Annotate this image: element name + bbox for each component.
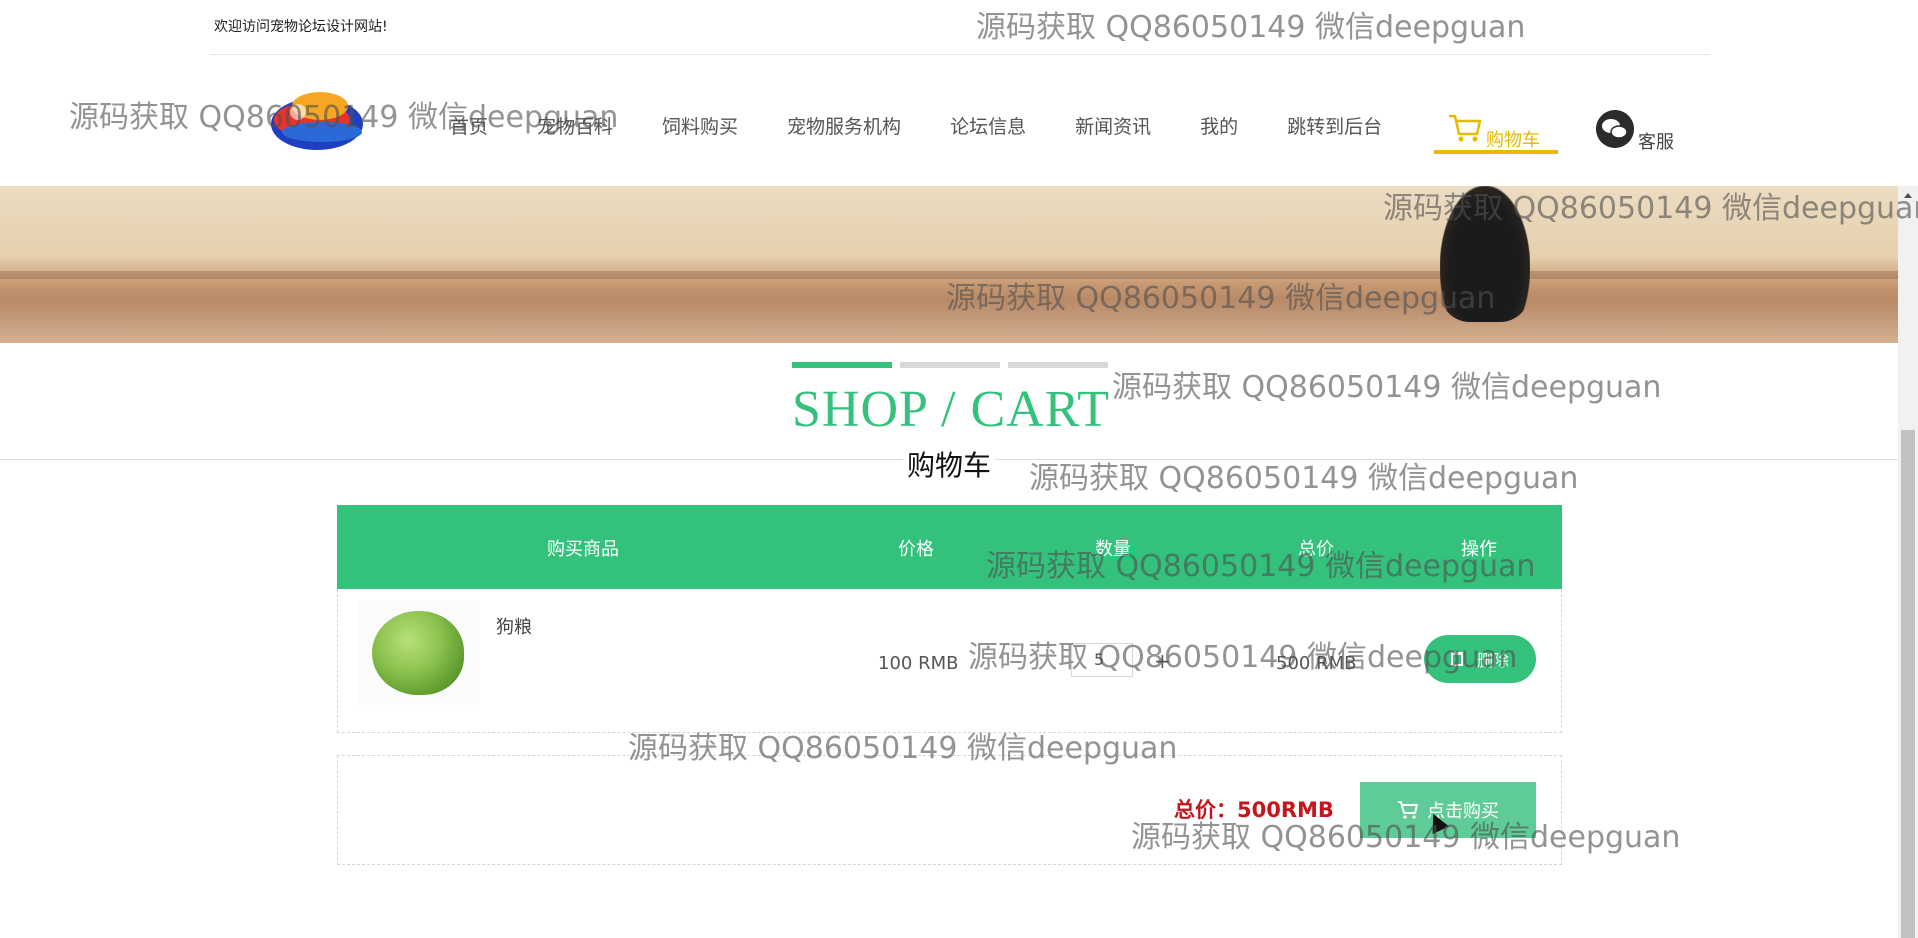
watermark: 源码获取 QQ86050149 微信deepguan [1112,370,1662,405]
nav-cart-label: 购物车 [1486,130,1540,151]
nav-pet-service[interactable]: 宠物服务机构 [787,112,901,139]
top-bar: 欢迎访问宠物论坛设计网站! [210,0,1710,55]
grand-total: 总价：500RMB [1174,794,1334,824]
delete-button[interactable]: 删除 [1424,635,1536,683]
banner-image [0,186,1898,343]
page: 欢迎访问宠物论坛设计网站! 首页 宠物百科 饲料购买 宠物服务机构 论坛信息 新… [0,0,1918,938]
cart-summary: 总价：500RMB 点击购买 [337,755,1562,865]
cart-icon [1449,114,1482,142]
header-action: 操作 [1461,539,1497,560]
nav-service[interactable]: 客服 [1596,110,1674,154]
page-subtitle: 购物车 [903,444,996,484]
product-name[interactable]: 狗粮 [496,613,532,639]
cart-icon [1398,801,1418,819]
quantity-input[interactable]: 5 [1071,643,1133,677]
nav-admin[interactable]: 跳转到后台 [1287,112,1382,139]
header-product: 购买商品 [547,539,619,560]
header-price: 价格 [898,539,934,560]
row-total: 500 RMB [1276,653,1357,674]
table-row: 狗粮 100 RMB 5 + 500 RMB 删除 [337,589,1562,733]
product-image[interactable] [358,601,480,705]
grand-total-value: 500RMB [1237,798,1334,822]
slider-indicators [792,362,1116,368]
product-price: 100 RMB [878,653,959,674]
nav-feed-purchase[interactable]: 饲料购买 [662,112,738,139]
nav-home[interactable]: 首页 [450,112,488,139]
site-logo[interactable] [262,76,372,164]
cart-table: 购买商品 价格 数量 总价 操作 狗粮 100 RMB 5 + 500 RMB … [337,505,1562,733]
main-nav: 首页 宠物百科 饲料购买 宠物服务机构 论坛信息 新闻资讯 我的 跳转到后台 [450,112,1431,152]
grand-total-label: 总价： [1174,798,1237,822]
trash-icon [1450,652,1463,666]
welcome-text: 欢迎访问宠物论坛设计网站! [214,19,388,35]
delete-label: 删除 [1476,651,1509,670]
page-title: SHOP / CART [792,381,1111,438]
scroll-up-arrow-icon[interactable] [1898,186,1918,206]
cat-silhouette [1440,186,1530,322]
quantity-plus-button[interactable]: + [1154,649,1171,673]
nav-forum[interactable]: 论坛信息 [950,112,1026,139]
table-header: 购买商品 价格 数量 总价 操作 [337,505,1562,589]
nav-mine[interactable]: 我的 [1200,112,1238,139]
slider-dot-1[interactable] [792,362,892,368]
wechat-icon [1596,110,1634,148]
slider-dot-2[interactable] [900,362,1000,368]
buy-button[interactable]: 点击购买 [1360,782,1536,838]
nav-service-label: 客服 [1638,132,1674,153]
nav-pet-encyclopedia[interactable]: 宠物百科 [537,112,613,139]
scrollbar-thumb[interactable] [1901,430,1915,938]
header-quantity: 数量 [1095,539,1131,560]
nav-cart[interactable]: 购物车 [1434,110,1558,154]
slider-dot-3[interactable] [1008,362,1108,368]
header-total: 总价 [1298,539,1334,560]
nav-news[interactable]: 新闻资讯 [1075,112,1151,139]
